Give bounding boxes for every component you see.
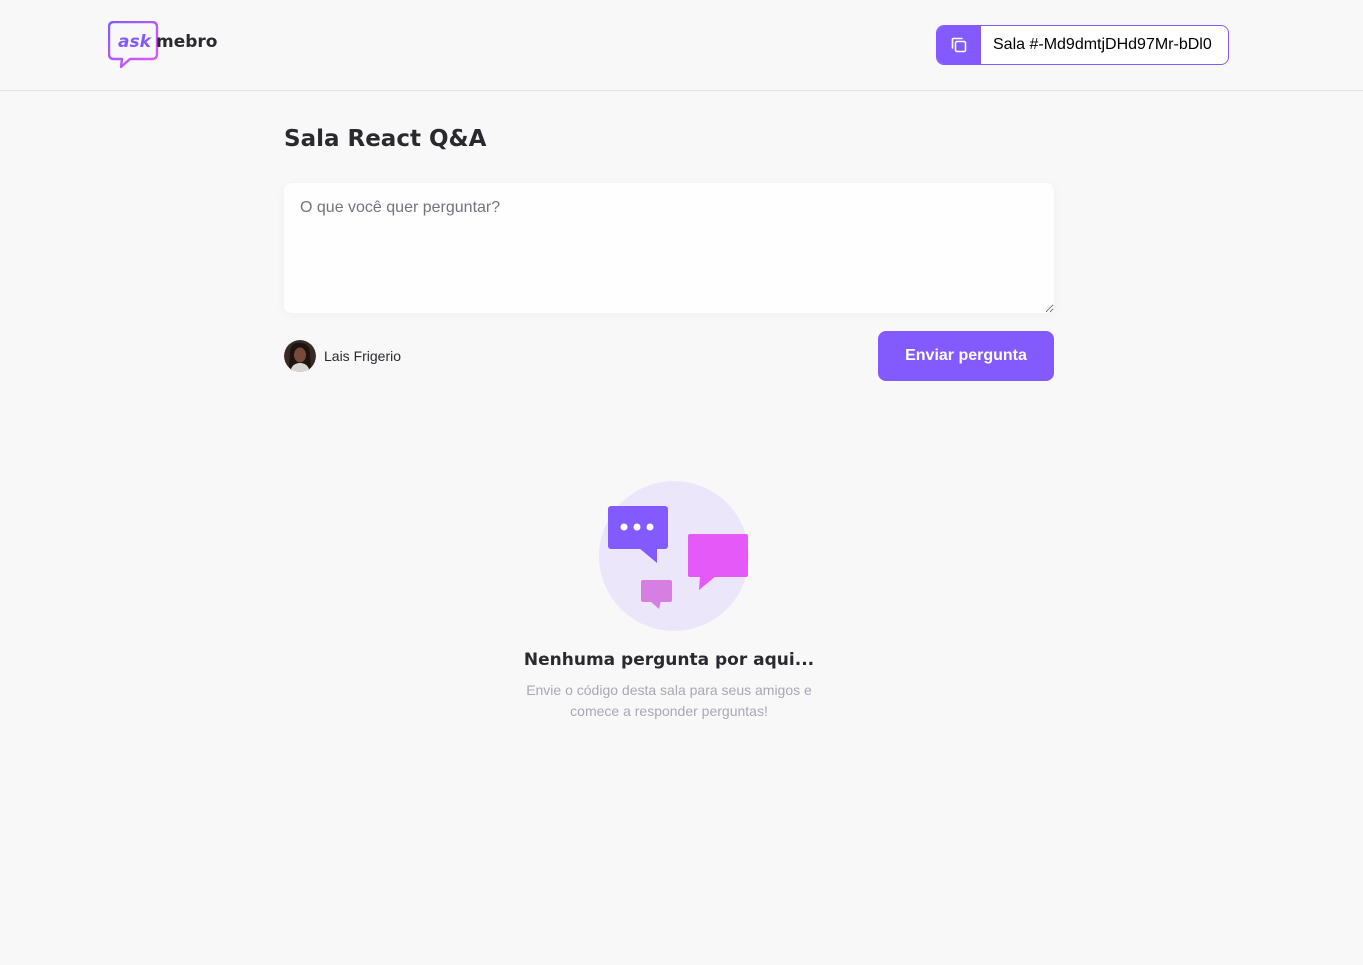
empty-state-description: Envie o código desta sala para seus amig… xyxy=(526,682,812,719)
user-info: Lais Frigerio xyxy=(284,340,401,372)
logo-text-ask: ask xyxy=(118,32,153,52)
logo[interactable]: ask mebro xyxy=(108,21,220,69)
page-header: ask mebro Sala #-Md9dmtjDHd97Mr-bDl0 xyxy=(0,0,1363,91)
chat-bubbles-illustration xyxy=(599,481,749,631)
logo-text-mebro: mebro xyxy=(156,32,217,52)
empty-state: Nenhuma pergunta por aqui... Envie o cód… xyxy=(284,480,1054,722)
send-question-button[interactable]: Enviar pergunta xyxy=(878,331,1054,381)
avatar xyxy=(284,340,316,372)
page-title: Sala React Q&A xyxy=(284,126,487,152)
room-code-label: Sala #-Md9dmtjDHd97Mr-bDl0 xyxy=(993,36,1212,53)
empty-state-title: Nenhuma pergunta por aqui... xyxy=(523,650,815,670)
user-name: Lais Frigerio xyxy=(324,348,402,364)
question-input[interactable] xyxy=(284,183,1054,313)
copy-icon xyxy=(937,26,981,64)
room-code-button[interactable]: Sala #-Md9dmtjDHd97Mr-bDl0 xyxy=(936,25,1229,65)
